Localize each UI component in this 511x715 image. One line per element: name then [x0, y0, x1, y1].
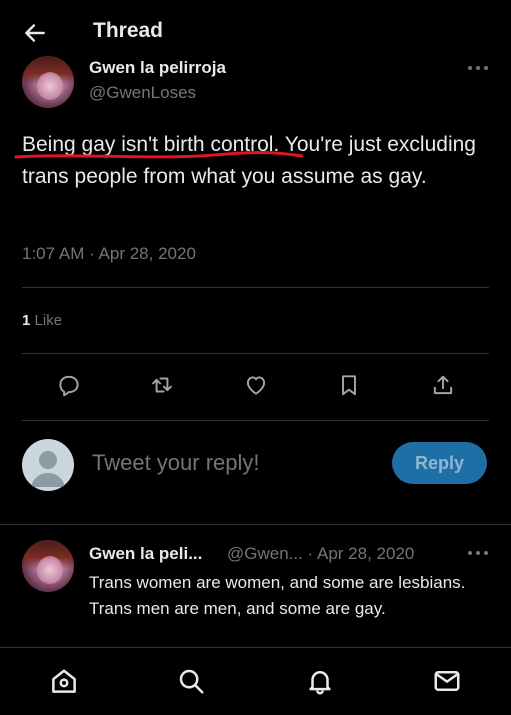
divider — [0, 524, 511, 525]
more-horizontal-icon[interactable] — [467, 63, 489, 73]
reply-input[interactable]: Tweet your reply! — [92, 450, 260, 476]
like-count-number: 1 — [22, 312, 31, 329]
reply-meta[interactable]: @Gwen... · Apr 28, 2020 — [227, 544, 414, 564]
page-title: Thread — [93, 19, 164, 42]
top-bar: Thread — [0, 0, 511, 56]
default-avatar-icon[interactable] — [22, 439, 74, 491]
red-underline-annotation — [14, 151, 304, 159]
reply-text: Trans women are women, and some are lesb… — [89, 573, 466, 618]
like-icon[interactable] — [243, 372, 269, 398]
messages-icon[interactable] — [432, 666, 462, 696]
author-handle[interactable]: @GwenLoses — [89, 83, 196, 103]
reply-icon[interactable] — [56, 372, 82, 398]
retweet-icon[interactable] — [149, 372, 175, 398]
divider — [22, 420, 489, 421]
search-icon[interactable] — [176, 666, 206, 696]
tweet-timestamp[interactable]: 1:07 AM · Apr 28, 2020 — [22, 244, 196, 264]
reply-author-name[interactable]: Gwen la peli... — [89, 544, 202, 564]
more-horizontal-icon[interactable] — [467, 548, 489, 558]
author-name[interactable]: Gwen la pelirroja — [89, 58, 226, 78]
notifications-icon[interactable] — [305, 666, 335, 696]
reply-button[interactable]: Reply — [392, 442, 487, 484]
bottom-nav — [0, 647, 511, 715]
share-icon[interactable] — [430, 372, 456, 398]
divider — [22, 353, 489, 354]
home-icon[interactable] — [49, 666, 79, 696]
author-avatar[interactable] — [22, 56, 74, 108]
reply-author-avatar[interactable] — [22, 540, 74, 592]
arrow-left-icon[interactable] — [22, 20, 48, 46]
like-count[interactable]: 1 Like — [22, 312, 62, 329]
divider — [22, 287, 489, 288]
like-count-label: Like — [34, 312, 63, 329]
bookmark-icon[interactable] — [336, 372, 362, 398]
